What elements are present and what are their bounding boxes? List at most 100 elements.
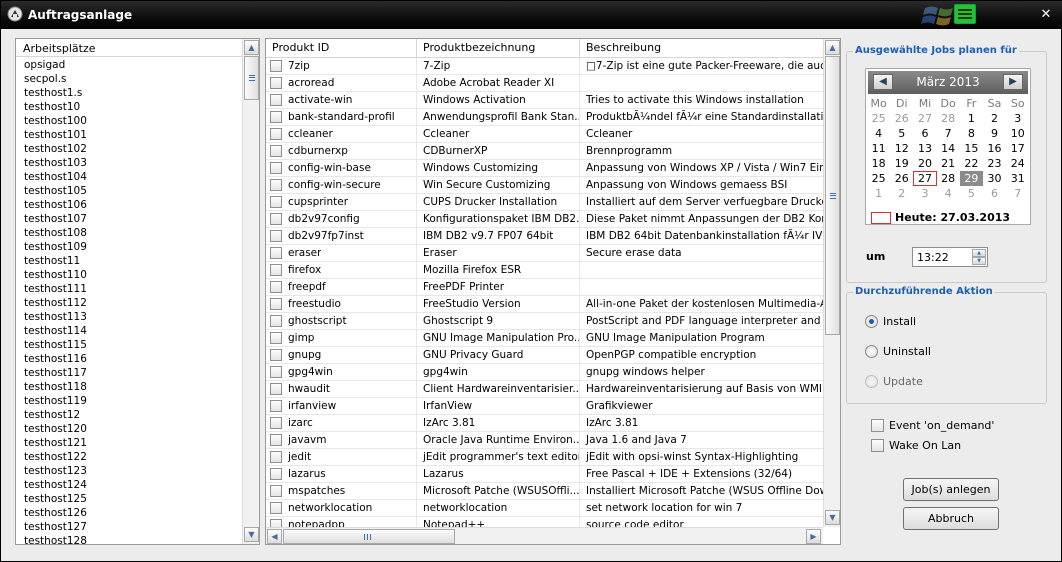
host-list-item[interactable]: secpol.s <box>16 72 238 86</box>
table-row[interactable]: gpg4win gpg4win gnupg windows helper <box>266 364 823 381</box>
table-row[interactable]: firefox Mozilla Firefox ESR <box>266 262 823 279</box>
product-id-cell[interactable]: lazarus <box>266 466 417 482</box>
wake-on-lan-checkbox[interactable]: Wake On Lan <box>871 439 961 452</box>
host-list-item[interactable]: testhost100 <box>16 114 238 128</box>
product-checkbox[interactable] <box>270 162 282 174</box>
table-row[interactable]: jedit jEdit programmer's text editor jEdit… <box>266 449 823 466</box>
calendar-day[interactable]: 27 <box>913 111 936 126</box>
product-checkbox[interactable] <box>270 60 282 72</box>
calendar-day[interactable]: 2 <box>890 186 913 201</box>
table-row[interactable]: config-win-secure Win Secure Customizing A… <box>266 177 823 194</box>
product-id-cell[interactable]: gpg4win <box>266 364 417 380</box>
calendar-day[interactable]: 30 <box>983 171 1006 186</box>
calendar-day[interactable]: 20 <box>913 156 936 171</box>
scroll-thumb[interactable] <box>244 56 259 100</box>
host-list-item[interactable]: testhost102 <box>16 142 238 156</box>
hosts-list-header[interactable]: Arbeitsplätze <box>16 39 259 57</box>
table-row[interactable]: irfanview IrfanView Grafikviewer <box>266 398 823 415</box>
create-jobs-button[interactable]: Job(s) anlegen <box>903 478 999 501</box>
table-row[interactable]: hwaudit Client Hardwareinventarisier... Ha… <box>266 381 823 398</box>
product-checkbox[interactable] <box>270 196 282 208</box>
hosts-scrollbar[interactable]: ▲ ▼ <box>242 39 259 544</box>
product-checkbox[interactable] <box>270 400 282 412</box>
calendar-day[interactable]: 2 <box>983 111 1006 126</box>
product-id-cell[interactable]: db2v97config <box>266 211 417 227</box>
host-list-item[interactable]: testhost110 <box>16 268 238 282</box>
scroll-up-icon[interactable]: ▲ <box>244 40 259 55</box>
scroll-thumb[interactable] <box>825 56 840 335</box>
table-row[interactable]: config-win-base Windows Customizing Anpass… <box>266 160 823 177</box>
product-id-cell[interactable]: freepdf <box>266 279 417 295</box>
calendar-day[interactable]: 22 <box>960 156 983 171</box>
calendar-day[interactable]: 28 <box>937 171 960 186</box>
table-row[interactable]: eraser Eraser Secure erase data <box>266 245 823 262</box>
product-id-cell[interactable]: jedit <box>266 449 417 465</box>
scroll-right-icon[interactable]: ▶ <box>806 529 821 544</box>
product-id-cell[interactable]: bank-standard-profil <box>266 109 417 125</box>
radio-update[interactable]: Update <box>865 375 923 388</box>
products-hscrollbar[interactable]: ◀ ▶ <box>266 527 823 544</box>
product-checkbox[interactable] <box>270 281 282 293</box>
table-row[interactable]: lazarus Lazarus Free Pascal + IDE + Extens… <box>266 466 823 483</box>
product-checkbox[interactable] <box>270 111 282 123</box>
product-checkbox[interactable] <box>270 485 282 497</box>
host-list-item[interactable]: testhost116 <box>16 352 238 366</box>
radio-uninstall-button[interactable] <box>865 345 878 358</box>
product-checkbox[interactable] <box>270 349 282 361</box>
host-list-item[interactable]: testhost118 <box>16 380 238 394</box>
radio-uninstall[interactable]: Uninstall <box>865 345 931 358</box>
host-list-item[interactable]: testhost107 <box>16 212 238 226</box>
product-id-cell[interactable]: gimp <box>266 330 417 346</box>
product-checkbox[interactable] <box>270 417 282 429</box>
host-list-item[interactable]: testhost101 <box>16 128 238 142</box>
host-list-item[interactable]: testhost125 <box>16 492 238 506</box>
calendar-day[interactable]: 3 <box>913 186 936 201</box>
calendar-day[interactable]: 19 <box>890 156 913 171</box>
host-list-item[interactable]: testhost113 <box>16 310 238 324</box>
host-list-item[interactable]: testhost111 <box>16 282 238 296</box>
calendar-day[interactable]: 7 <box>937 126 960 141</box>
host-list-item[interactable]: testhost11 <box>16 254 238 268</box>
table-row[interactable]: bank-standard-profil Anwendungsprofil Ban… <box>266 109 823 126</box>
host-list-item[interactable]: testhost106 <box>16 198 238 212</box>
time-spinner[interactable]: ▲ ▼ <box>972 249 986 265</box>
host-list-item[interactable]: testhost128 <box>16 534 238 544</box>
radio-update-button[interactable] <box>865 375 878 388</box>
product-checkbox[interactable] <box>270 145 282 157</box>
table-row[interactable]: ccleaner Ccleaner Ccleaner <box>266 126 823 143</box>
time-input[interactable]: 13:22 ▲ ▼ <box>912 247 988 267</box>
table-row[interactable]: db2v97fp7inst IBM DB2 v9.7 FP07 64bit IBM … <box>266 228 823 245</box>
table-row[interactable]: acroread Adobe Acrobat Reader XI <box>266 75 823 92</box>
table-row[interactable]: mspatches Microsoft Patche (WSUSOffli... I… <box>266 483 823 500</box>
host-list-item[interactable]: testhost103 <box>16 156 238 170</box>
product-id-cell[interactable]: acroread <box>266 75 417 91</box>
calendar-day[interactable]: 25 <box>867 111 890 126</box>
close-button[interactable]: ✕ <box>1035 6 1057 24</box>
host-list-item[interactable]: opsigad <box>16 58 238 72</box>
product-id-cell[interactable]: activate-win <box>266 92 417 108</box>
table-row[interactable]: gimp GNU Image Manipulation Pro... GNU Ima… <box>266 330 823 347</box>
host-list-item[interactable]: testhost1.s <box>16 86 238 100</box>
scroll-up-icon[interactable]: ▲ <box>825 40 840 55</box>
next-month-icon[interactable]: ▶ <box>1003 74 1023 90</box>
calendar-day[interactable]: 31 <box>1006 171 1029 186</box>
host-list-item[interactable]: testhost105 <box>16 184 238 198</box>
calendar-day[interactable]: 13 <box>913 141 936 156</box>
table-row[interactable]: activate-win Windows Activation Tries to a… <box>266 92 823 109</box>
host-list-item[interactable]: testhost124 <box>16 478 238 492</box>
product-id-cell[interactable]: mspatches <box>266 483 417 499</box>
calendar-day[interactable]: 26 <box>890 111 913 126</box>
product-id-cell[interactable]: irfanview <box>266 398 417 414</box>
calendar-day[interactable]: 7 <box>1006 186 1029 201</box>
radio-install-button[interactable] <box>865 315 878 328</box>
product-id-cell[interactable]: ccleaner <box>266 126 417 142</box>
host-list-item[interactable]: testhost126 <box>16 506 238 520</box>
product-id-cell[interactable]: izarc <box>266 415 417 431</box>
calendar-day[interactable]: 26 <box>890 171 913 186</box>
wake-on-lan-box[interactable] <box>871 439 884 452</box>
product-id-cell[interactable]: cdburnerxp <box>266 143 417 159</box>
calendar-day[interactable]: 12 <box>890 141 913 156</box>
product-id-cell[interactable]: eraser <box>266 245 417 261</box>
scroll-down-icon[interactable]: ▼ <box>244 527 259 542</box>
host-list-item[interactable]: testhost108 <box>16 226 238 240</box>
